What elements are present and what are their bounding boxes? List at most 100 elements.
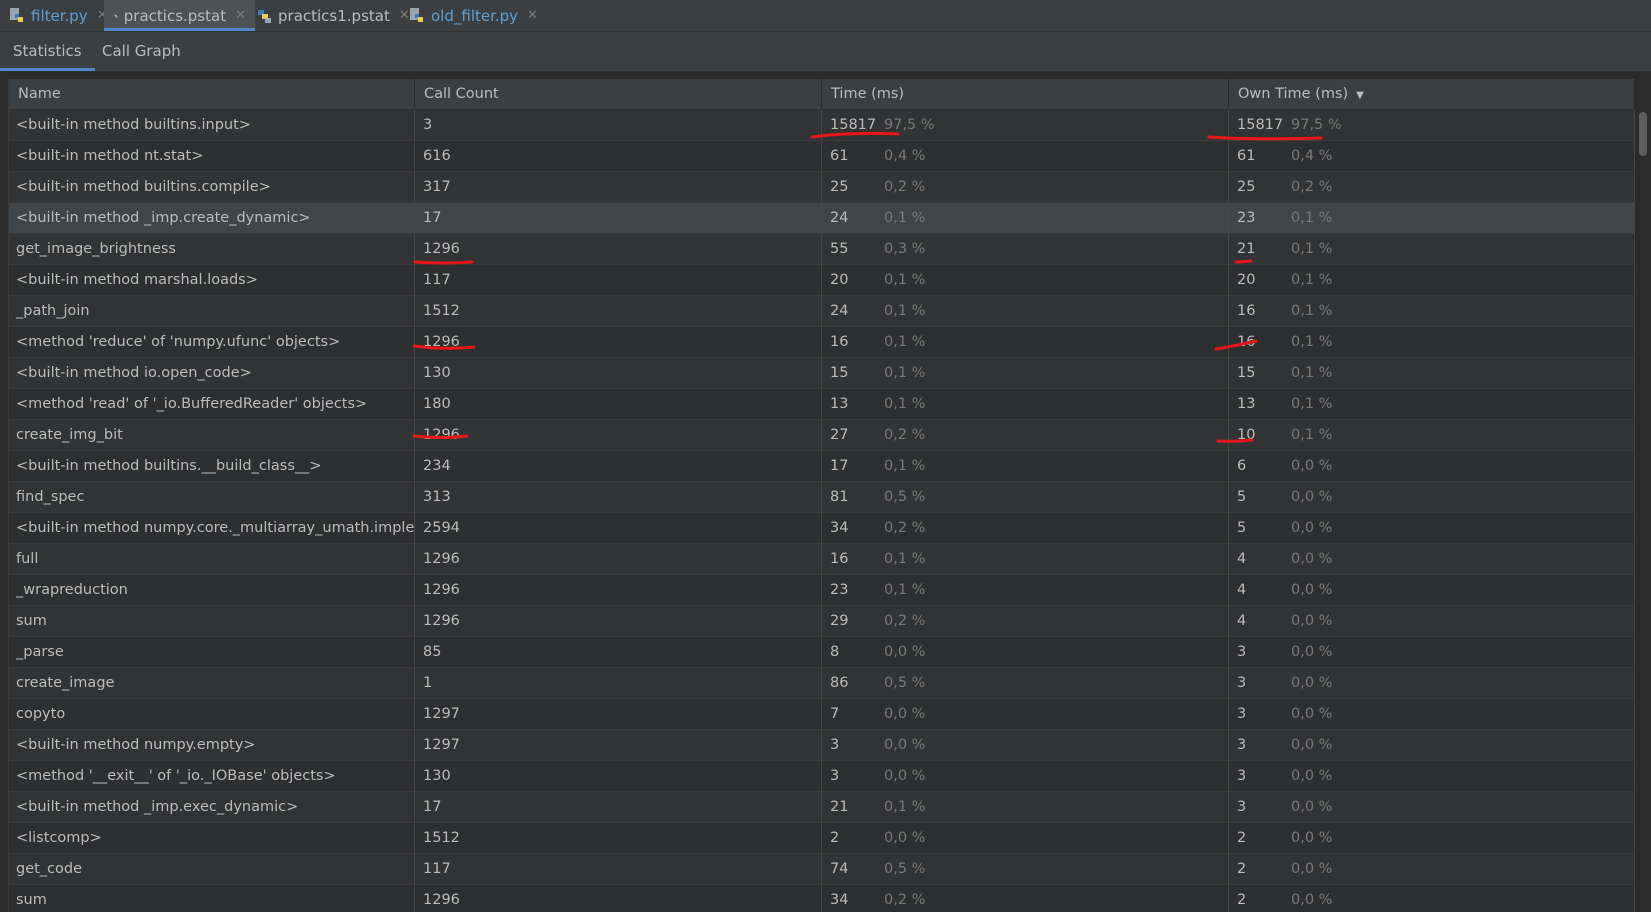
cell-call-count: 17 xyxy=(415,203,822,233)
time-percent: 0,1 % xyxy=(884,334,926,350)
table-row[interactable]: sum 1296 34 0,2 % 2 0,0 % xyxy=(9,885,1635,912)
own-time-percent: 0,0 % xyxy=(1291,520,1333,536)
cell-call-count: 313 xyxy=(415,482,822,512)
scrollbar-thumb[interactable] xyxy=(1639,112,1647,156)
cell-own-time: 16 0,1 % xyxy=(1229,296,1635,326)
cell-name: get_code xyxy=(9,854,415,884)
own-time-percent: 0,1 % xyxy=(1291,427,1333,443)
time-value: 16 xyxy=(830,551,849,567)
sort-descending-icon[interactable]: ▼ xyxy=(1356,81,1364,111)
time-percent: 0,4 % xyxy=(884,148,926,164)
file-tab-practics1-pstat[interactable]: practics1.pstat ✕ xyxy=(256,0,410,31)
own-time-percent: 0,0 % xyxy=(1291,861,1333,877)
cell-time: 7 0,0 % xyxy=(822,699,1229,729)
table-header: Name Call Count Time (ms) Own Time (ms) ▼ xyxy=(9,79,1635,110)
own-time-value: 16 xyxy=(1237,334,1256,350)
table-row[interactable]: <listcomp> 1512 2 0,0 % 2 0,0 % xyxy=(9,823,1635,854)
table-row[interactable]: <method 'reduce' of 'numpy.ufunc' object… xyxy=(9,327,1635,358)
cell-time: 29 0,2 % xyxy=(822,606,1229,636)
table-row[interactable]: create_img_bit 1296 27 0,2 % 10 0,1 % xyxy=(9,420,1635,451)
cell-name: <listcomp> xyxy=(9,823,415,853)
python-file-icon xyxy=(10,8,23,22)
time-percent: 0,0 % xyxy=(884,737,926,753)
table-row[interactable]: <method 'read' of '_io.BufferedReader' o… xyxy=(9,389,1635,420)
own-time-percent: 0,1 % xyxy=(1291,241,1333,257)
table-row[interactable]: <built-in method _imp.exec_dynamic> 17 21 0… xyxy=(9,792,1635,823)
table-row[interactable]: <built-in method _imp.create_dynamic> 17 2… xyxy=(9,203,1635,234)
own-time-percent: 0,0 % xyxy=(1291,613,1333,629)
file-tab-label: practics1.pstat xyxy=(278,6,390,25)
table-row[interactable]: find_spec 313 81 0,5 % 5 0,0 % xyxy=(9,482,1635,513)
table-row[interactable]: _wrapreduction 1296 23 0,1 % 4 0,0 % xyxy=(9,575,1635,606)
table-row[interactable]: <built-in method numpy.empty> 1297 3 0,0 % 3… xyxy=(9,730,1635,761)
cell-time: 74 0,5 % xyxy=(822,854,1229,884)
cell-own-time: 25 0,2 % xyxy=(1229,172,1635,202)
cell-name: _wrapreduction xyxy=(9,575,415,605)
cell-time: 17 0,1 % xyxy=(822,451,1229,481)
file-tab-old-filter-py[interactable]: old_filter.py ✕ xyxy=(409,0,538,31)
cell-call-count: 1296 xyxy=(415,606,822,636)
own-time-percent: 0,1 % xyxy=(1291,396,1333,412)
table-row[interactable]: get_image_brightness 1296 55 0,3 % 21 0,1 % xyxy=(9,234,1635,265)
table-row[interactable]: get_code 117 74 0,5 % 2 0,0 % xyxy=(9,854,1635,885)
table-row[interactable]: sum 1296 29 0,2 % 4 0,0 % xyxy=(9,606,1635,637)
time-value: 24 xyxy=(830,210,849,226)
column-header-time[interactable]: Time (ms) xyxy=(822,79,1229,109)
time-value: 34 xyxy=(830,520,849,536)
cell-time: 34 0,2 % xyxy=(822,885,1229,912)
table-row[interactable]: <built-in method builtins.compile> 317 25 0… xyxy=(9,172,1635,203)
table-body: <built-in method builtins.input> 3 15817 97… xyxy=(9,110,1635,912)
own-time-value: 3 xyxy=(1237,706,1247,722)
table-row[interactable]: <method '__exit__' of '_io._IOBase' obje… xyxy=(9,761,1635,792)
file-tab-label: practics.pstat xyxy=(123,6,227,25)
own-time-percent: 0,0 % xyxy=(1291,551,1333,567)
column-header-call-count[interactable]: Call Count xyxy=(415,79,822,109)
tab-statistics[interactable]: Statistics xyxy=(0,32,95,71)
file-tab-practics-pstat[interactable]: practics.pstat ✕ xyxy=(104,0,255,31)
cell-name: copyto xyxy=(9,699,415,729)
time-value: 23 xyxy=(830,582,849,598)
table-row[interactable]: <built-in method marshal.loads> 117 20 0,1 … xyxy=(9,265,1635,296)
cell-own-time: 5 0,0 % xyxy=(1229,482,1635,512)
cell-call-count: 130 xyxy=(415,761,822,791)
cell-name: get_image_brightness xyxy=(9,234,415,264)
own-time-value: 15 xyxy=(1237,365,1256,381)
cell-own-time: 2 0,0 % xyxy=(1229,823,1635,853)
table-row[interactable]: _parse 85 8 0,0 % 3 0,0 % xyxy=(9,637,1635,668)
cell-time: 16 0,1 % xyxy=(822,327,1229,357)
own-time-value: 21 xyxy=(1237,241,1256,257)
cell-call-count: 1296 xyxy=(415,544,822,574)
own-time-value: 61 xyxy=(1237,148,1256,164)
vertical-scrollbar[interactable] xyxy=(1638,109,1648,912)
table-row[interactable]: <built-in method builtins.__build_class_… xyxy=(9,451,1635,482)
own-time-value: 3 xyxy=(1237,768,1247,784)
table-row[interactable]: <built-in method numpy.core._multiarray_… xyxy=(9,513,1635,544)
cell-own-time: 2 0,0 % xyxy=(1229,854,1635,884)
column-header-name[interactable]: Name xyxy=(9,79,415,109)
cell-own-time: 4 0,0 % xyxy=(1229,544,1635,574)
cell-name: <built-in method builtins.input> xyxy=(9,110,415,140)
cell-call-count: 3 xyxy=(415,110,822,140)
column-header-own-time[interactable]: Own Time (ms) ▼ xyxy=(1229,79,1635,109)
table-row[interactable]: copyto 1297 7 0,0 % 3 0,0 % xyxy=(9,699,1635,730)
tab-call-graph[interactable]: Call Graph xyxy=(89,32,194,71)
table-row[interactable]: <built-in method builtins.input> 3 15817 97… xyxy=(9,110,1635,141)
time-value: 29 xyxy=(830,613,849,629)
cell-own-time: 15 0,1 % xyxy=(1229,358,1635,388)
cell-name: <built-in method _imp.exec_dynamic> xyxy=(9,792,415,822)
table-row[interactable]: full 1296 16 0,1 % 4 0,0 % xyxy=(9,544,1635,575)
cell-name: sum xyxy=(9,885,415,912)
table-row[interactable]: <built-in method nt.stat> 616 61 0,4 % 61 0,4… xyxy=(9,141,1635,172)
close-icon[interactable]: ✕ xyxy=(235,8,246,23)
close-icon[interactable]: ✕ xyxy=(527,8,538,23)
table-row[interactable]: _path_join 1512 24 0,1 % 16 0,1 % xyxy=(9,296,1635,327)
cell-time: 23 0,1 % xyxy=(822,575,1229,605)
table-row[interactable]: <built-in method io.open_code> 130 15 0,1 %… xyxy=(9,358,1635,389)
own-time-value: 16 xyxy=(1237,303,1256,319)
own-time-value: 4 xyxy=(1237,551,1247,567)
file-tab-filter-py[interactable]: filter.py ✕ xyxy=(9,0,108,31)
cell-time: 24 0,1 % xyxy=(822,203,1229,233)
time-percent: 0,5 % xyxy=(884,675,926,691)
table-row[interactable]: create_image 1 86 0,5 % 3 0,0 % xyxy=(9,668,1635,699)
cell-name: create_image xyxy=(9,668,415,698)
